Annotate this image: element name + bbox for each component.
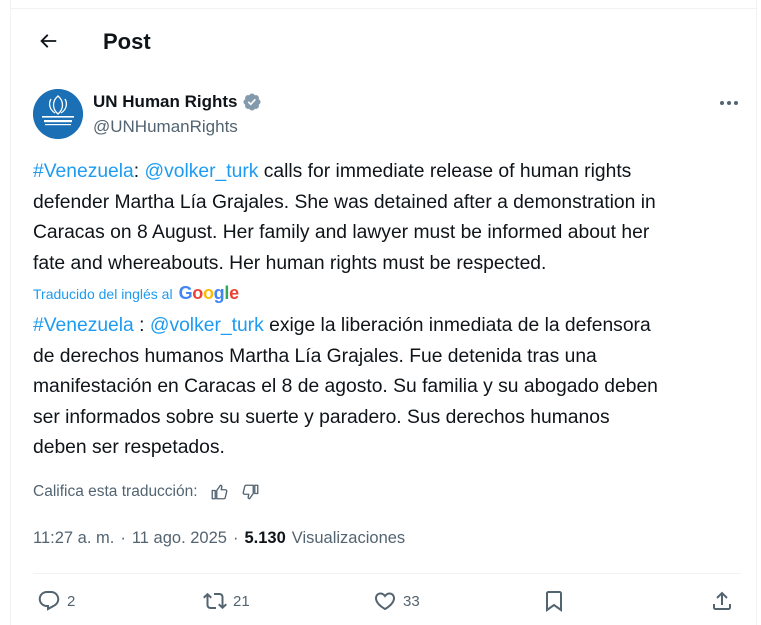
frame-right-border xyxy=(756,0,757,625)
tweet-line: fate and whereabouts. Her human rights m… xyxy=(33,252,547,274)
un-emblem-icon xyxy=(33,89,83,139)
tweet-line: #Venezuela: @volker_turk calls for immed… xyxy=(33,157,745,188)
more-dots-icon xyxy=(720,101,738,105)
mention-link[interactable]: @volker_turk xyxy=(145,161,259,182)
text-segment: calls for immediate release of human rig… xyxy=(258,161,632,182)
text-separator: : xyxy=(133,161,145,182)
rate-label: Califica esta traducción: xyxy=(33,483,198,500)
divider xyxy=(33,573,741,574)
post-meta: 11:27 a. m. · 11 ago. 2025 · 5.130 Visua… xyxy=(33,529,405,548)
text-separator: : xyxy=(133,315,150,336)
hashtag-link[interactable]: #Venezuela xyxy=(33,161,134,182)
meta-separator: · xyxy=(232,529,239,547)
tweet-text-original: #Venezuela: @volker_turk calls for immed… xyxy=(33,157,745,279)
share-button[interactable] xyxy=(710,589,734,613)
repost-icon xyxy=(203,592,227,610)
reply-icon xyxy=(38,591,60,611)
verified-badge-icon xyxy=(242,93,261,111)
rate-translation: Califica esta traducción: xyxy=(33,481,262,503)
tweet-text-translated: #Venezuela : @volker_turk exige la liber… xyxy=(33,311,745,464)
author-name-text: UN Human Rights xyxy=(93,92,238,111)
hashtag-link[interactable]: #Venezuela xyxy=(33,315,134,336)
translated-label: Traducido del inglés al xyxy=(33,285,173,302)
like-button[interactable]: 33 xyxy=(373,589,420,613)
post-header: Post xyxy=(11,9,756,75)
views-label: Visualizaciones xyxy=(291,529,406,547)
bookmark-icon xyxy=(546,591,562,612)
thumbs-down-icon xyxy=(242,484,258,500)
frame-left-border xyxy=(10,0,11,625)
post-date[interactable]: 11 ago. 2025 xyxy=(132,529,227,548)
back-button[interactable] xyxy=(31,24,65,58)
text-segment: exige la liberación inmediata de la defe… xyxy=(263,315,651,336)
page-title: Post xyxy=(103,29,151,54)
share-icon xyxy=(713,591,731,610)
meta-separator: · xyxy=(120,529,126,547)
mention-link[interactable]: @volker_turk xyxy=(150,315,264,336)
views-count: 5.130 xyxy=(244,529,286,547)
like-count: 33 xyxy=(403,592,420,610)
translated-by-google-link[interactable]: Traducido del inglés al Google xyxy=(33,283,239,304)
tweet-line: deben ser respetados. xyxy=(33,437,225,458)
thumbs-up-icon xyxy=(211,484,228,500)
thumbs-down-button[interactable] xyxy=(240,481,262,503)
more-options-button[interactable] xyxy=(714,90,744,116)
avatar[interactable] xyxy=(33,89,83,139)
author-name[interactable]: UN Human Rights xyxy=(93,92,262,112)
heart-icon xyxy=(374,592,396,611)
author-handle[interactable]: @UNHumanRights xyxy=(93,117,238,137)
tweet-line: Caracas on 8 August. Her family and lawy… xyxy=(33,222,650,243)
repost-button[interactable]: 21 xyxy=(203,589,250,613)
repost-count: 21 xyxy=(233,592,250,610)
bookmark-button[interactable] xyxy=(542,589,566,613)
tweet-line: ser informados sobre su suerte y parader… xyxy=(33,406,610,428)
tweet-line: de derechos humanos Martha Lía Grajales.… xyxy=(33,345,597,367)
thumbs-up-button[interactable] xyxy=(208,481,230,503)
tweet-line: defender Martha Lía Grajales. She was de… xyxy=(33,191,656,213)
tweet-line: #Venezuela : @volker_turk exige la liber… xyxy=(33,311,745,342)
reply-count: 2 xyxy=(67,592,76,610)
post-time[interactable]: 11:27 a. m. xyxy=(33,529,114,548)
reply-button[interactable]: 2 xyxy=(37,589,75,613)
tweet-line: manifestación en Caracas el 8 de agosto.… xyxy=(33,376,658,397)
google-logo: Google xyxy=(178,283,240,303)
action-bar: 2 21 33 xyxy=(33,589,745,621)
arrow-left-icon xyxy=(40,34,57,48)
